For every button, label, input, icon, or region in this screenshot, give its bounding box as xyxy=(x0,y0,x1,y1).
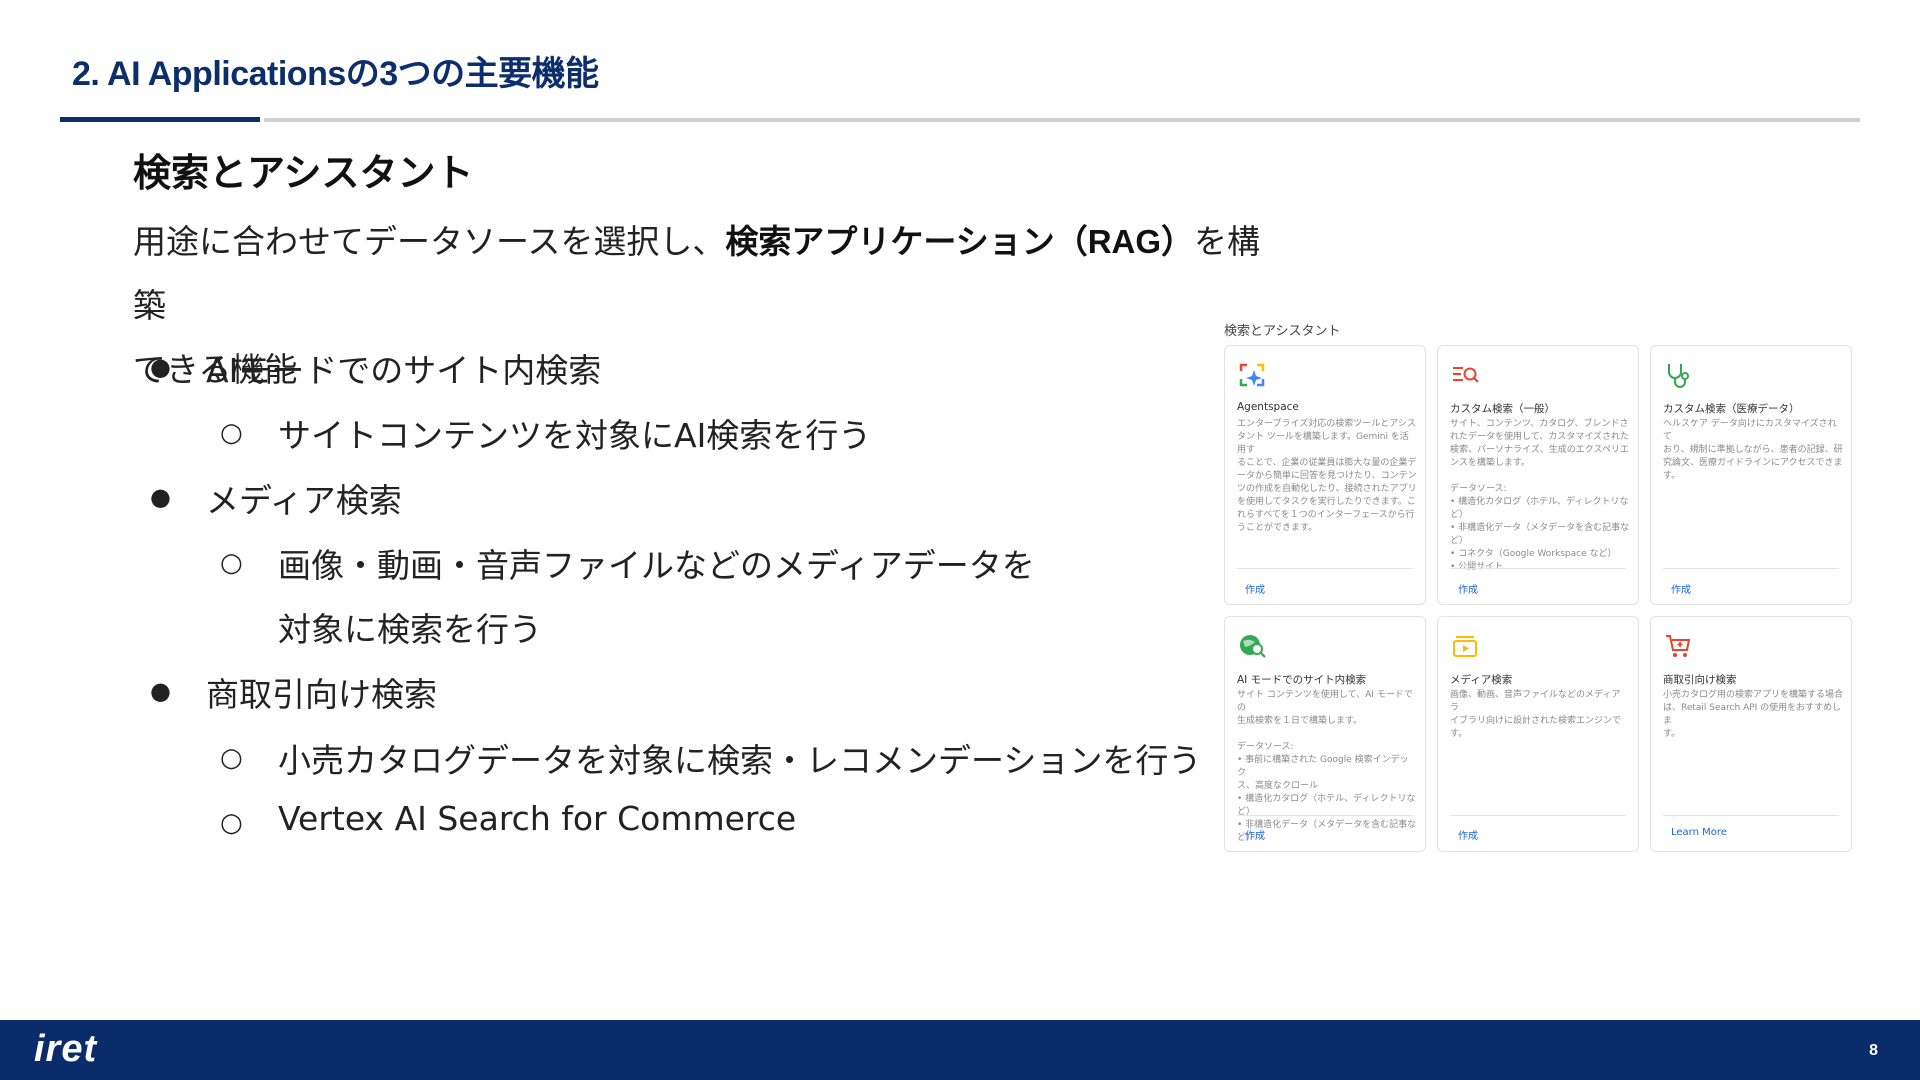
card-description: ヘルスケア データ向けにカスタマイズされて おり、規制に準拠しながら、患者の記録… xyxy=(1663,419,1843,481)
card-site-search[interactable]: AI モードでのサイト内検索 サイト コンテンツを使用して、AI モードでの 生… xyxy=(1224,616,1426,852)
intro-pre: 用途に合わせてデータソースを選択し、 xyxy=(133,222,726,261)
card-divider xyxy=(1450,815,1626,816)
cart-icon xyxy=(1666,635,1691,657)
slide-title: 2. AI Applicationsの3つの主要機能 xyxy=(72,55,599,93)
card-create-link[interactable]: 作成 xyxy=(1245,581,1265,596)
card-agentspace[interactable]: Agentspace エンタープライズ対応の検索ツールとアシス タント ツールを… xyxy=(1224,345,1426,605)
card-create-link[interactable]: 作成 xyxy=(1458,827,1478,842)
bullet-media-search: メディア検索 xyxy=(206,481,402,520)
card-title: カスタム検索（医療データ） xyxy=(1663,403,1800,415)
card-divider xyxy=(1450,568,1626,569)
site-search-icon xyxy=(1240,635,1266,658)
title-rule xyxy=(264,118,1860,122)
card-description: エンタープライズ対応の検索ツールとアシス タント ツールを構築します。Gemin… xyxy=(1237,419,1417,533)
agentspace-icon xyxy=(1239,363,1265,387)
company-logo: iret xyxy=(34,1028,98,1070)
card-description: サイト、コンテンツ、カタログ、ブレンドさ れたデータを使用して、カスタマイズされ… xyxy=(1450,419,1630,572)
card-media-search[interactable]: メディア検索 画像、動画、音声ファイルなどのメディア ラ イブラリ向けに設計され… xyxy=(1437,616,1639,852)
card-title: カスタム検索（一般） xyxy=(1450,403,1555,415)
bullet-commerce-search: 商取引向け検索 xyxy=(206,675,437,714)
title-rule-accent xyxy=(60,117,260,122)
card-divider xyxy=(1663,815,1839,816)
sub-bullet-commerce-2: Vertex AI Search for Commerce xyxy=(278,799,797,838)
sub-bullet-commerce-1: 小売カタログデータを対象に検索・レコメンデーションを行う xyxy=(278,741,1202,780)
card-description: 画像、動画、音声ファイルなどのメディア ラ イブラリ向けに設計された検索エンジン… xyxy=(1450,690,1622,739)
sub-bullet-site-search: サイトコンテンツを対象にAI検索を行う xyxy=(278,416,872,455)
card-divider xyxy=(1237,568,1413,569)
footer-bar: iret 8 xyxy=(0,1020,1920,1080)
card-learn-more-link[interactable]: Learn More xyxy=(1671,827,1727,838)
card-create-link[interactable]: 作成 xyxy=(1245,827,1265,842)
card-create-link[interactable]: 作成 xyxy=(1671,581,1691,596)
sub-bullet-media-line2: 対象に検索を行う xyxy=(278,610,542,649)
card-title: Agentspace xyxy=(1237,401,1299,413)
bullet-site-search: AIモードでのサイト内検索 xyxy=(206,351,602,390)
panel-caption: 検索とアシスタント xyxy=(1224,324,1341,339)
media-icon xyxy=(1453,636,1477,657)
section-heading: 検索とアシスタント xyxy=(133,153,474,195)
card-description: 小売カタログ用の検索アプリを構築する場合 は、Retail Search API… xyxy=(1663,690,1844,739)
sub-bullet-media-line1: 画像・動画・音声ファイルなどのメディアデータを xyxy=(278,546,1035,585)
card-custom-search-medical[interactable]: カスタム検索（医療データ） ヘルスケア データ向けにカスタマイズされて おり、規… xyxy=(1650,345,1852,605)
page-number: 8 xyxy=(1869,1042,1878,1059)
card-commerce-search[interactable]: 商取引向け検索 小売カタログ用の検索アプリを構築する場合 は、Retail Se… xyxy=(1650,616,1852,852)
card-create-link[interactable]: 作成 xyxy=(1458,581,1478,596)
card-title: 商取引向け検索 xyxy=(1663,674,1737,686)
card-divider xyxy=(1663,568,1839,569)
custom-search-icon xyxy=(1453,367,1479,383)
card-title: AI モードでのサイト内検索 xyxy=(1237,674,1367,686)
card-title: メディア検索 xyxy=(1450,674,1513,686)
bullet-marker: ● xyxy=(150,353,171,381)
bullet-marker: ● xyxy=(150,483,171,511)
card-divider xyxy=(1237,815,1413,816)
sub-bullet-marker: ○ xyxy=(220,548,243,578)
stethoscope-icon xyxy=(1668,364,1689,388)
intro-bold: 検索アプリケーション（RAG） xyxy=(725,223,1195,260)
sub-bullet-marker: ○ xyxy=(220,743,243,773)
sub-bullet-marker: ○ xyxy=(220,808,243,838)
bullet-marker: ● xyxy=(150,677,171,705)
sub-bullet-marker: ○ xyxy=(220,418,243,448)
card-custom-search-general[interactable]: カスタム検索（一般） サイト、コンテンツ、カタログ、ブレンドさ れたデータを使用… xyxy=(1437,345,1639,605)
card-description: サイト コンテンツを使用して、AI モードでの 生成検索を１日で構築します。 デ… xyxy=(1237,690,1417,843)
